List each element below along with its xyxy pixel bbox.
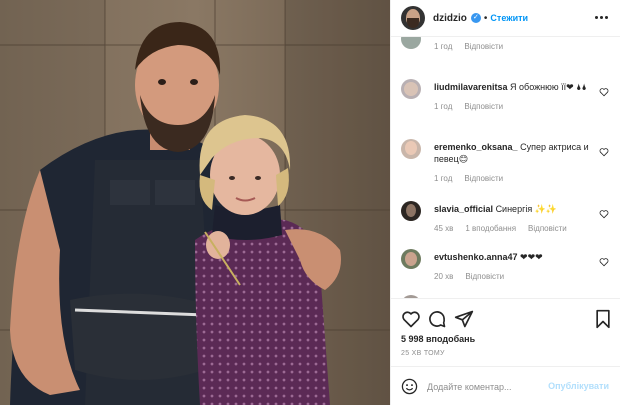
comment-username[interactable]: liudmilavarenitsa — [434, 82, 508, 92]
comment-time: 1 год — [434, 174, 453, 183]
comment-bubble-icon[interactable] — [427, 309, 447, 329]
commenter-avatar[interactable] — [401, 79, 421, 99]
divider — [391, 298, 620, 299]
comment-text: Синергія ✨✨ — [495, 204, 558, 214]
comment-username[interactable]: evtushenko.anna47 — [434, 252, 518, 262]
verified-badge-icon: ✓ — [470, 13, 481, 23]
photo-image — [0, 0, 390, 405]
like-heart-icon[interactable] — [401, 309, 421, 329]
add-comment-bar: Опублікувати — [391, 366, 620, 405]
publish-comment-button[interactable]: Опублікувати — [548, 381, 609, 391]
reply-button[interactable]: Відповісти — [464, 42, 503, 51]
post-photo[interactable] — [0, 0, 390, 405]
author-username[interactable]: dzidzio — [433, 13, 467, 24]
like-comment-heart-icon[interactable] — [599, 147, 609, 157]
like-comment-heart-icon[interactable] — [599, 257, 609, 267]
follow-button[interactable]: Стежити — [490, 13, 528, 23]
commenter-avatar[interactable] — [401, 201, 421, 221]
comment-time: 45 хв — [434, 224, 454, 233]
comments-panel: dzidzio ✓ • Стежити 1 год Відповісти liud… — [390, 0, 620, 405]
comments-list[interactable]: 1 год Відповісти liudmilavarenitsa Я обож… — [391, 37, 620, 298]
commenter-avatar[interactable] — [401, 139, 421, 159]
comment-time: 20 хв — [434, 272, 454, 281]
commenter-avatar[interactable] — [401, 37, 421, 49]
reply-button[interactable]: Відповісти — [464, 174, 503, 183]
separator-dot: • — [483, 12, 488, 24]
comment-time: 1 год — [434, 102, 453, 111]
like-comment-heart-icon[interactable] — [599, 209, 609, 219]
post-header: dzidzio ✓ • Стежити — [391, 0, 620, 37]
commenter-avatar[interactable] — [401, 249, 421, 269]
bookmark-icon[interactable] — [593, 309, 613, 329]
add-comment-input[interactable] — [427, 379, 542, 394]
like-comment-heart-icon[interactable] — [599, 87, 609, 97]
emoji-icon[interactable] — [401, 378, 418, 395]
comment-username[interactable]: eremenko_oksana_ — [434, 142, 518, 152]
likes-count[interactable]: 5 998 вподобань — [401, 334, 475, 344]
share-send-icon[interactable] — [454, 309, 474, 329]
reply-button[interactable]: Відповісти — [465, 272, 504, 281]
comment-text: Я обожнюю її❤ 🌢🌢 — [510, 82, 587, 92]
comment-username[interactable]: slavia_official — [434, 204, 493, 214]
comment-likes[interactable]: 1 вподобання — [465, 224, 516, 233]
more-options-icon[interactable] — [595, 10, 609, 24]
post-actions — [401, 309, 613, 329]
reply-button[interactable]: Відповісти — [464, 102, 503, 111]
comment-time: 1 год — [434, 42, 453, 51]
comment-text: ❤❤❤ — [520, 252, 543, 262]
reply-button[interactable]: Відповісти — [528, 224, 567, 233]
avatar[interactable] — [401, 6, 425, 30]
post-time: 25 ХВ ТОМУ — [401, 350, 445, 357]
